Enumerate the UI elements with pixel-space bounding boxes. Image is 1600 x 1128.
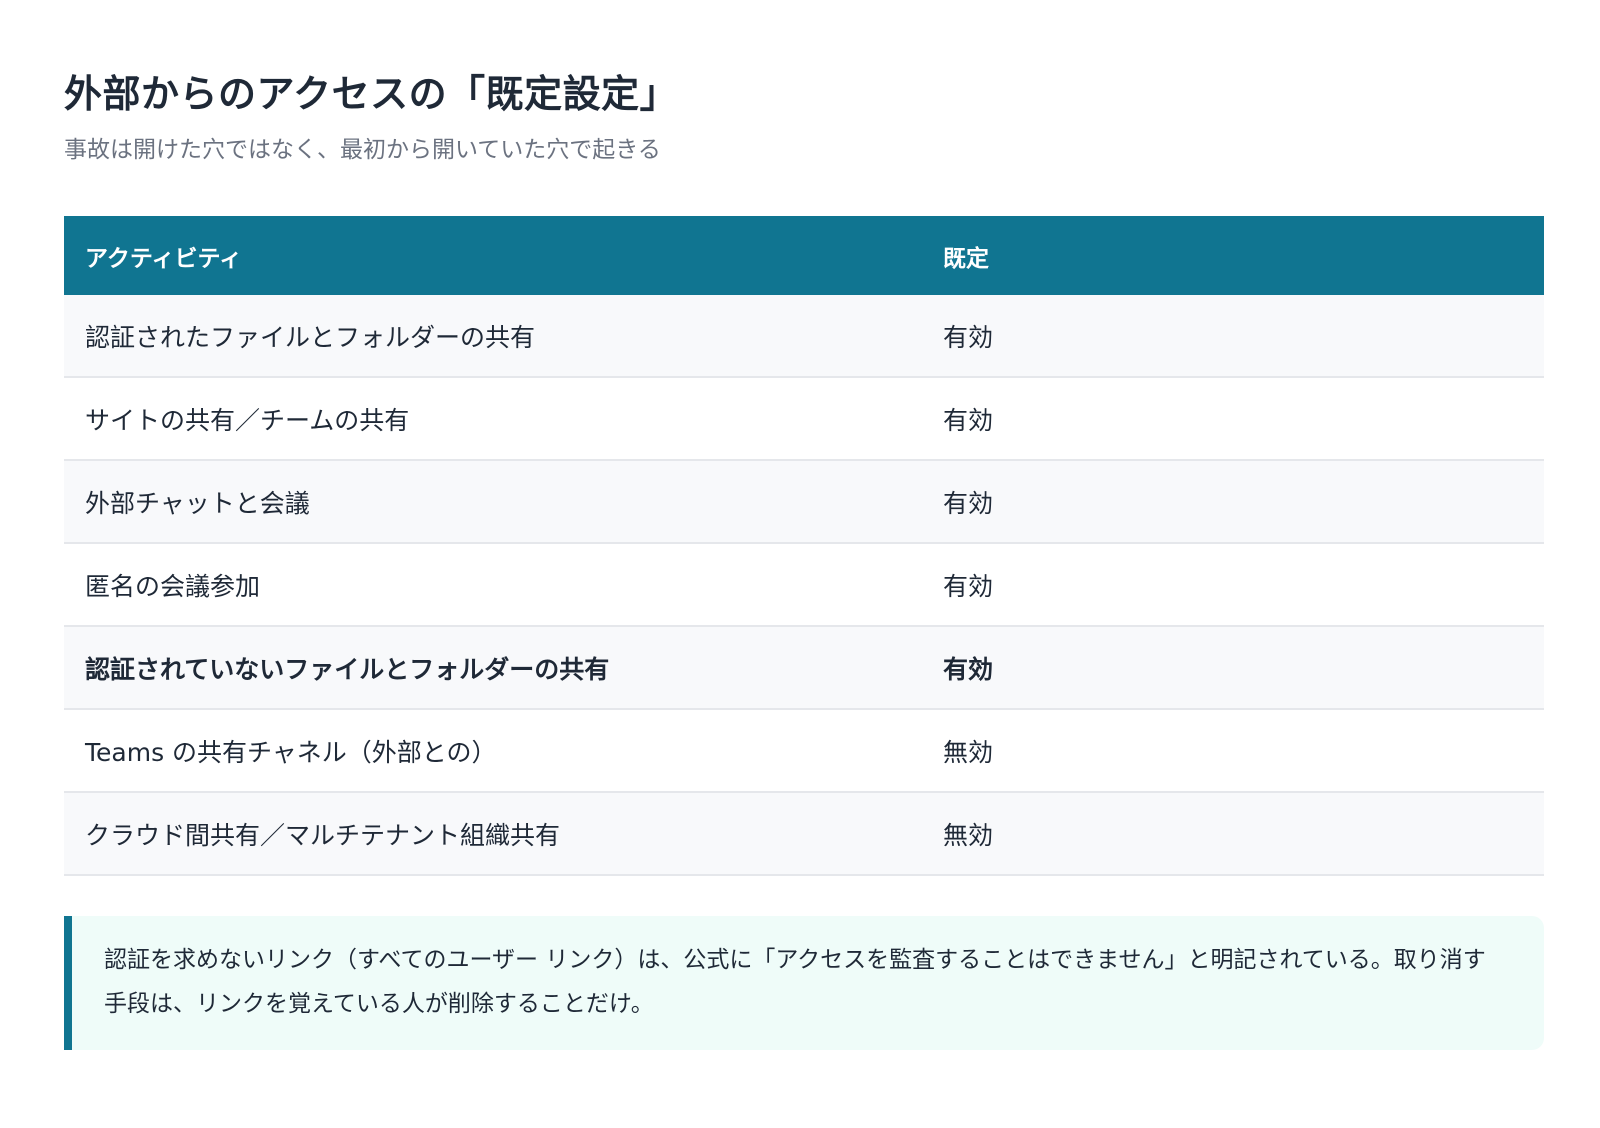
table-row-emphasized: 認証されていないファイルとフォルダーの共有 有効 [64,627,1544,710]
default-settings-table: アクティビティ 既定 認証されたファイルとフォルダーの共有 有効 サイトの共有／… [64,216,1544,876]
cell-activity: クラウド間共有／マルチテナント組織共有 [85,820,561,850]
table-header: アクティビティ 既定 [64,216,1544,295]
cell-default: 有効 [943,654,994,684]
table-row: サイトの共有／チームの共有 有効 [64,378,1544,461]
column-header-activity: アクティビティ [85,245,243,272]
table-row: クラウド間共有／マルチテナント組織共有 無効 [64,793,1544,876]
cell-activity: 認証されていないファイルとフォルダーの共有 [85,654,610,684]
cell-default: 有効 [943,322,994,352]
cell-default: 無効 [943,737,994,767]
cell-default: 有効 [943,405,994,435]
warning-callout: 認証を求めないリンク（すべてのユーザー リンク）は、公式に「アクセスを監査するこ… [64,916,1544,1050]
cell-activity: 外部チャットと会議 [85,488,310,518]
cell-activity: Teams の共有チャネル（外部との） [85,737,497,767]
cell-activity: 匿名の会議参加 [85,571,261,601]
table-row: 匿名の会議参加 有効 [64,544,1544,627]
table-row: 外部チャットと会議 有効 [64,461,1544,544]
cell-activity: サイトの共有／チームの共有 [85,405,410,435]
cell-default: 有効 [943,571,994,601]
cell-default: 無効 [943,820,994,850]
callout-text: 認証を求めないリンク（すべてのユーザー リンク）は、公式に「アクセスを監査するこ… [104,947,1486,1017]
table-row: Teams の共有チャネル（外部との） 無効 [64,710,1544,793]
page-title: 外部からのアクセスの「既定設定」 [64,72,679,116]
table-row: 認証されたファイルとフォルダーの共有 有効 [64,295,1544,378]
column-header-default: 既定 [943,245,989,272]
cell-default: 有効 [943,488,994,518]
cell-activity: 認証されたファイルとフォルダーの共有 [85,322,536,352]
page: 外部からのアクセスの「既定設定」 事故は開けた穴ではなく、最初から開いていた穴で… [0,0,1600,1050]
page-subtitle: 事故は開けた穴ではなく、最初から開いていた穴で起きる [64,137,661,163]
